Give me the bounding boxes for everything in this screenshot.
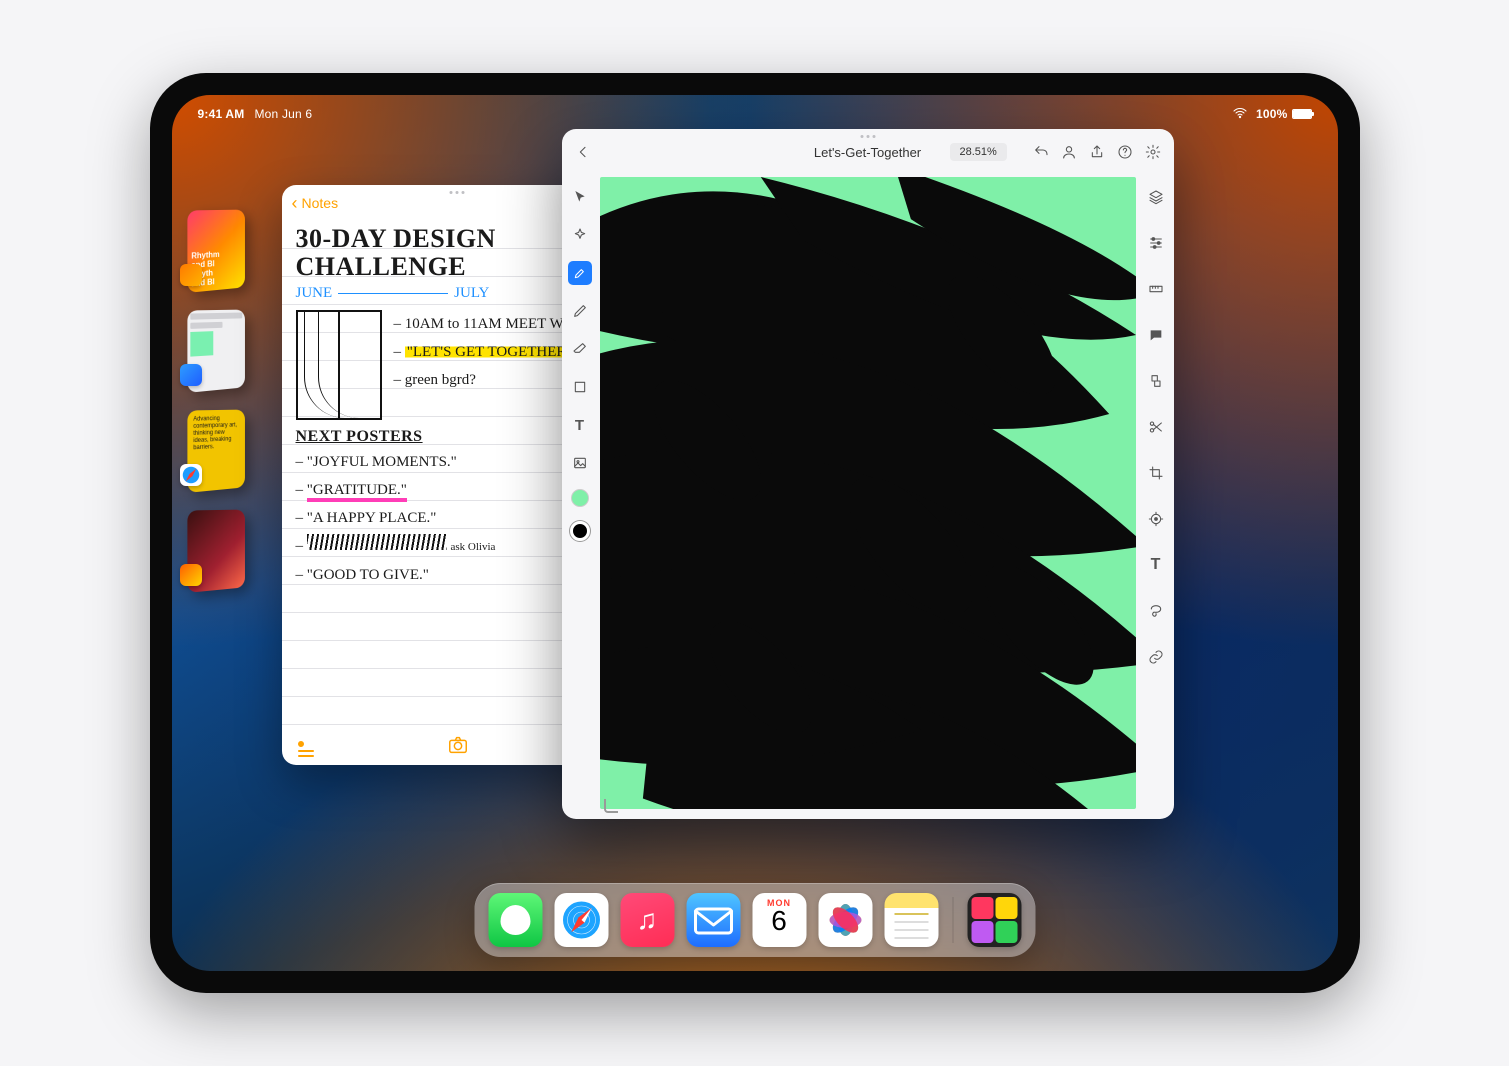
- window-menu-icon[interactable]: [860, 135, 875, 138]
- type-icon[interactable]: T: [1144, 553, 1168, 577]
- camera-icon[interactable]: [447, 734, 469, 756]
- canvas-area[interactable]: [598, 175, 1138, 819]
- status-date: Mon Jun 6: [254, 107, 312, 121]
- image-tool-icon[interactable]: [568, 451, 592, 475]
- dock-shortcuts-icon[interactable]: [967, 893, 1021, 947]
- design-app-window[interactable]: Let's-Get-Together 28.51%: [562, 129, 1174, 819]
- cursor-tool-icon[interactable]: [568, 185, 592, 209]
- dock-messages-icon[interactable]: [488, 893, 542, 947]
- battery-icon: [1292, 109, 1312, 119]
- checklist-icon[interactable]: [298, 734, 320, 756]
- back-button[interactable]: [574, 143, 592, 161]
- pencil-tool-icon[interactable]: [568, 299, 592, 323]
- window-menu-icon[interactable]: [449, 191, 464, 194]
- account-icon[interactable]: [1060, 143, 1078, 161]
- undo-icon[interactable]: [1032, 143, 1050, 161]
- color-swatch-green[interactable]: [571, 489, 589, 507]
- note-bullet-highlight: "LET'S GET TOGETHER": [394, 338, 589, 366]
- calendar-day: 6: [752, 908, 806, 934]
- brush-tool-icon[interactable]: [568, 261, 592, 285]
- document-title[interactable]: Let's-Get-Together: [814, 145, 921, 160]
- scissors-icon[interactable]: [1144, 415, 1168, 439]
- link-icon[interactable]: [1144, 645, 1168, 669]
- right-tool-rail: T: [1138, 175, 1174, 819]
- sketch-thumbnail: [296, 310, 382, 420]
- settings-icon[interactable]: [1144, 143, 1162, 161]
- month-from: JUNE: [296, 285, 333, 302]
- share-icon[interactable]: [1088, 143, 1106, 161]
- sliders-icon[interactable]: [1144, 231, 1168, 255]
- dock-mail-icon[interactable]: [686, 893, 740, 947]
- ipad-frame: 9:41 AM Mon Jun 6 100% Rhythm and Bl Rhy…: [150, 73, 1360, 993]
- help-icon[interactable]: [1116, 143, 1134, 161]
- dock-notes-icon[interactable]: [884, 893, 938, 947]
- layers-icon[interactable]: [1144, 185, 1168, 209]
- notes-back-label: Notes: [302, 195, 339, 211]
- shape-tool-icon[interactable]: [568, 375, 592, 399]
- dock-safari-icon[interactable]: [554, 893, 608, 947]
- dock: MON 6: [474, 883, 1035, 957]
- battery-percent: 100%: [1256, 107, 1288, 121]
- lasso-icon[interactable]: [1144, 599, 1168, 623]
- zoom-level[interactable]: 28.51%: [950, 143, 1007, 161]
- left-tool-rail: T: [562, 175, 598, 819]
- comment-icon[interactable]: [1144, 323, 1168, 347]
- dock-photos-icon[interactable]: [818, 893, 872, 947]
- dock-calendar-icon[interactable]: MON 6: [752, 893, 806, 947]
- note-bullet: green bgrd?: [394, 366, 589, 394]
- status-bar: 9:41 AM Mon Jun 6 100%: [172, 103, 1338, 125]
- artwork-canvas[interactable]: [600, 177, 1136, 809]
- crop-icon[interactable]: [1144, 461, 1168, 485]
- note-bullet: 10AM to 11AM MEET WITH: [394, 310, 589, 338]
- dock-music-icon[interactable]: [620, 893, 674, 947]
- text-tool-icon[interactable]: T: [568, 413, 592, 437]
- eraser-tool-icon[interactable]: [568, 337, 592, 361]
- chevron-left-icon: ‹: [292, 193, 298, 214]
- magic-tool-icon[interactable]: [568, 223, 592, 247]
- wifi-icon: [1232, 105, 1248, 124]
- status-time: 9:41 AM: [198, 107, 245, 121]
- transform-icon[interactable]: [1144, 369, 1168, 393]
- resize-handle-icon[interactable]: [604, 799, 618, 813]
- target-icon[interactable]: [1144, 507, 1168, 531]
- month-to: JULY: [454, 285, 489, 302]
- ruler-icon[interactable]: [1144, 277, 1168, 301]
- ipad-screen: 9:41 AM Mon Jun 6 100% Rhythm and Bl Rhy…: [172, 95, 1338, 971]
- color-swatch-black[interactable]: [570, 521, 590, 541]
